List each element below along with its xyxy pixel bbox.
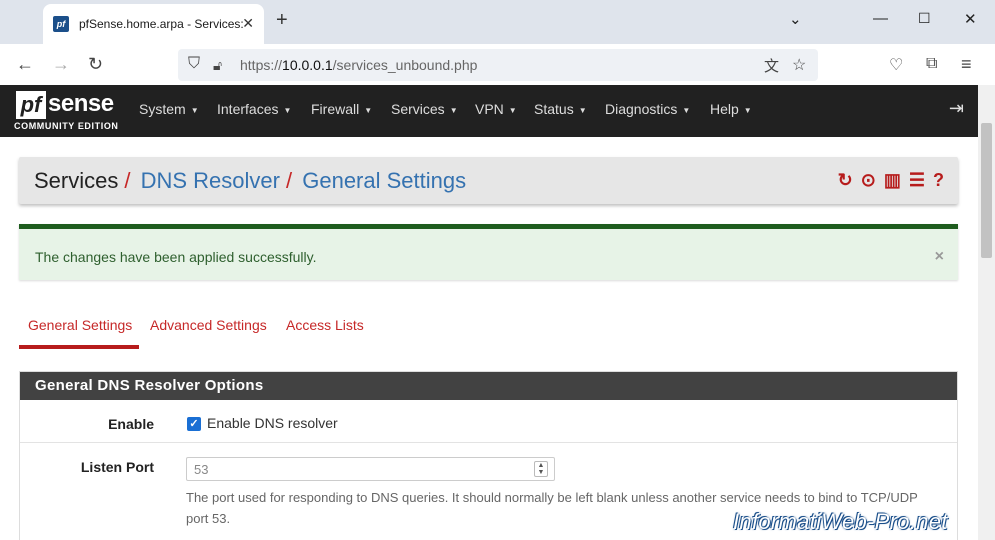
menu-services[interactable]: Services ▼ [391,101,458,117]
breadcrumb-path: Services / DNS Resolver / General Settings [34,168,466,194]
breadcrumb-separator: / [124,168,131,193]
breadcrumb-dns-resolver[interactable]: DNS Resolver [141,168,280,193]
listen-port-label: Listen Port [80,459,154,475]
success-alert: The changes have been applied successful… [19,224,958,280]
new-tab-icon[interactable]: + [276,9,288,32]
reload-icon[interactable]: ↻ [838,170,853,190]
pocket-icon[interactable]: ♡ [889,55,903,75]
translate-icon[interactable]: 文 [764,55,779,76]
url-text[interactable]: https://10.0.0.1/services_unbound.php [240,57,477,73]
pfsense-navbar: pf sense COMMUNITY EDITION System ▼ Inter… [0,85,978,137]
menu-vpn[interactable]: VPN ▼ [475,101,517,117]
pfsense-favicon-icon: pf [53,16,69,32]
menu-diagnostics[interactable]: Diagnostics ▼ [605,101,690,117]
enable-label: Enable [108,416,154,432]
page-scrollbar[interactable] [978,85,995,540]
enable-row: Enable ✓ Enable DNS resolver [20,400,957,443]
breadcrumb: Services / DNS Resolver / General Settings… [19,157,958,204]
enable-checkbox[interactable]: ✓ [187,417,201,431]
browser-tab-title: pfSense.home.arpa - Services: D [79,17,244,31]
shield-icon[interactable]: ⛉ [188,55,200,73]
breadcrumb-separator: / [285,168,293,193]
extensions-icon[interactable]: ⧉ [926,55,937,73]
lock-icon[interactable]: 🔓︎ [213,57,222,74]
settings-tabs: General Settings Advanced Settings Acces… [19,305,958,351]
log-icon[interactable]: ☰ [909,170,925,190]
forward-icon[interactable]: → [52,54,70,75]
menu-help[interactable]: Help ▼ [710,101,752,117]
logo-pf: pf [16,91,46,119]
close-window-icon[interactable]: ✕ [964,10,977,28]
chart-icon[interactable]: ▥ [884,170,901,190]
close-icon[interactable]: × [935,248,944,266]
help-icon[interactable]: ? [933,170,944,190]
logo-sense: sense [48,90,114,117]
browser-tabbar: pf pfSense.home.arpa - Services: D ✕ + ⌄… [0,0,995,44]
logout-icon[interactable]: ⇥ [949,98,964,119]
maximize-icon[interactable]: ☐ [918,10,931,27]
address-bar[interactable]: ⛉ 🔓︎ https://10.0.0.1/services_unbound.p… [178,49,818,81]
active-tab-indicator [19,345,139,349]
alert-message: The changes have been applied successful… [35,249,317,265]
port-stepper[interactable]: ▲ ▼ [534,461,548,477]
menu-firewall[interactable]: Firewall ▼ [311,101,372,117]
tab-access-lists[interactable]: Access Lists [286,317,364,333]
watermark: InformatiWeb-Pro.net [733,509,948,534]
menu-status[interactable]: Status ▼ [534,101,587,117]
menu-system[interactable]: System ▼ [139,101,199,117]
close-tab-icon[interactable]: ✕ [242,15,254,32]
app-menu-icon[interactable]: ≡ [961,54,972,75]
panel-title: General DNS Resolver Options [20,372,957,400]
scrollbar-thumb[interactable] [981,123,992,258]
reload-page-icon[interactable]: ↻ [88,54,103,75]
logo-edition: COMMUNITY EDITION [14,121,119,131]
bookmark-star-icon[interactable]: ☆ [792,55,806,75]
browser-tab[interactable]: pf pfSense.home.arpa - Services: D ✕ [43,4,264,44]
stop-icon[interactable]: ⊙ [861,170,876,190]
tab-advanced-settings[interactable]: Advanced Settings [150,317,267,333]
breadcrumb-services: Services [34,168,119,193]
enable-checkbox-label[interactable]: Enable DNS resolver [207,415,338,431]
tab-list-chevron-icon[interactable]: ⌄ [789,10,802,28]
tab-general-settings[interactable]: General Settings [28,317,132,333]
minimize-icon[interactable]: — [873,10,888,27]
listen-port-input[interactable]: 53 ▲ ▼ [186,457,555,481]
breadcrumb-actions: ↻ ⊙ ▥ ☰ ? [838,170,944,190]
pfsense-logo[interactable]: pf sense COMMUNITY EDITION [14,90,122,133]
breadcrumb-general-settings[interactable]: General Settings [302,168,466,193]
listen-port-placeholder: 53 [194,462,209,477]
browser-navbar: ← → ↻ ⛉ 🔓︎ https://10.0.0.1/services_unb… [0,44,995,86]
back-icon[interactable]: ← [16,54,34,75]
menu-interfaces[interactable]: Interfaces ▼ [217,101,291,117]
